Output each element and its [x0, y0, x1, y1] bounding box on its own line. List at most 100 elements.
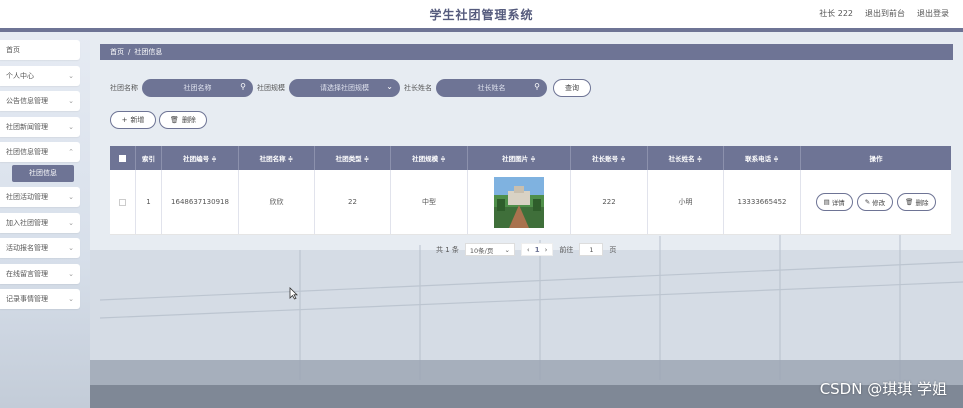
- col-club-type[interactable]: 社团类型 ≑: [315, 146, 391, 170]
- row-select-cell: [110, 170, 136, 234]
- search-icon: ⚲: [534, 82, 540, 91]
- sidebar-item-record-management[interactable]: 记录事情管理 ⌄: [0, 289, 80, 310]
- sidebar-item-club-info-management[interactable]: 社团信息管理 ⌃: [0, 142, 80, 163]
- chevron-down-icon: ⌄: [68, 218, 74, 227]
- edit-button[interactable]: ✎ 修改: [856, 193, 894, 211]
- cell-phone: 13333665452: [724, 170, 801, 234]
- sidebar-item-activity-management[interactable]: 社团活动管理 ⌄: [0, 186, 80, 207]
- leader-name-label: 社长姓名: [404, 84, 432, 92]
- col-phone[interactable]: 联系电话 ≑: [724, 146, 801, 170]
- select-all-checkbox[interactable]: [119, 154, 126, 162]
- chevron-down-icon: ⌄: [68, 97, 74, 106]
- sidebar-item-notice-management[interactable]: 公告信息管理 ⌄: [0, 91, 80, 112]
- breadcrumb-separator: /: [128, 48, 131, 56]
- edit-button-label: 修改: [872, 199, 886, 207]
- search-icon: ⚲: [240, 82, 246, 91]
- sidebar-item-label: 个人中心: [6, 71, 34, 80]
- sidebar-item-personal-center[interactable]: 个人中心 ⌄: [0, 65, 80, 86]
- goto-page-value: 1: [589, 245, 594, 254]
- club-scale-placeholder: 请选择社团规模: [320, 84, 369, 92]
- sidebar-item-news-management[interactable]: 社团新闻管理 ⌄: [0, 116, 80, 137]
- plus-icon: +: [121, 116, 128, 124]
- sidebar-item-signup-management[interactable]: 活动报名管理 ⌄: [0, 238, 80, 259]
- col-leader-account[interactable]: 社长账号 ≑: [571, 146, 648, 170]
- col-club-photo[interactable]: 社团图片 ≑: [468, 146, 571, 170]
- col-club-name[interactable]: 社团名称 ≑: [239, 146, 315, 170]
- cell-index: 1: [136, 170, 162, 234]
- page-size-value: 10条/页: [469, 246, 494, 255]
- row-checkbox[interactable]: [119, 198, 126, 206]
- search-bar: 社团名称 社团名称 ⚲ 社团规模 请选择社团规模 ⌄ 社长姓名 社长姓名 ⚲ 查…: [110, 79, 591, 97]
- col-leader-name[interactable]: 社长姓名 ≑: [648, 146, 724, 170]
- cell-club-scale: 中型: [391, 170, 468, 234]
- club-name-placeholder: 社团名称: [183, 84, 212, 92]
- row-delete-button[interactable]: 🗑 删除: [897, 193, 937, 211]
- breadcrumb: 首页 / 社团信息: [100, 44, 953, 60]
- sidebar: 首页 个人中心 ⌄ 公告信息管理 ⌄ 社团新闻管理 ⌄ 社团信息管理 ⌃ 社团信…: [0, 32, 90, 408]
- cell-leader-account: 222: [571, 170, 648, 234]
- club-scale-select[interactable]: 请选择社团规模 ⌄: [289, 79, 400, 97]
- current-user-label: 社长 222: [819, 9, 853, 18]
- cell-club-name: 欣欣: [239, 170, 315, 234]
- batch-delete-button[interactable]: 🗑 删除: [159, 111, 207, 129]
- next-page-icon[interactable]: ›: [545, 246, 548, 254]
- club-table: 索引 社团编号 ≑ 社团名称 ≑ 社团类型 ≑ 社团规模 ≑ 社团图片 ≑ 社长…: [110, 146, 951, 235]
- sidebar-item-label: 活动报名管理: [6, 244, 48, 253]
- club-scale-label: 社团规模: [257, 84, 285, 92]
- club-photo-thumbnail[interactable]: [494, 176, 544, 228]
- page-navigator: ‹ 1 ›: [520, 243, 554, 256]
- cell-club-no: 1648637130918: [162, 170, 239, 234]
- club-name-label: 社团名称: [110, 84, 138, 92]
- header-actions: 社长 222 退出到前台 退出登录: [819, 8, 949, 19]
- sidebar-item-label: 社团活动管理: [6, 192, 48, 201]
- cell-club-photo: [468, 170, 571, 234]
- sidebar-subitem-club-info[interactable]: 社团信息: [12, 164, 74, 182]
- sidebar-item-join-club-management[interactable]: 加入社团管理 ⌄: [0, 212, 80, 233]
- sidebar-menu: 首页 个人中心 ⌄ 公告信息管理 ⌄ 社团新闻管理 ⌄ 社团信息管理 ⌃ 社团信…: [0, 40, 80, 315]
- row-delete-button-label: 删除: [915, 199, 929, 207]
- cell-club-type: 22: [315, 170, 391, 234]
- document-icon: ▤: [823, 198, 830, 206]
- table-row: 1 1648637130918 欣欣 22 中型 222 小明 13333665…: [110, 170, 951, 235]
- leader-name-input[interactable]: 社长姓名 ⚲: [436, 79, 547, 97]
- col-operations: 操作: [869, 155, 883, 163]
- total-count: 共 1 条: [436, 245, 459, 254]
- sidebar-item-message-management[interactable]: 在线留言管理 ⌄: [0, 263, 80, 284]
- trash-icon: 🗑: [905, 198, 914, 206]
- header-divider: [0, 28, 963, 32]
- chevron-up-icon: ⌃: [68, 148, 74, 157]
- leader-name-placeholder: 社长姓名: [477, 84, 506, 92]
- chevron-down-icon: ⌄: [68, 192, 74, 201]
- goto-label: 前往: [559, 245, 574, 254]
- sidebar-item-label: 在线留言管理: [6, 269, 48, 278]
- mouse-cursor-icon: [289, 287, 298, 300]
- table-header: 索引 社团编号 ≑ 社团名称 ≑ 社团类型 ≑ 社团规模 ≑ 社团图片 ≑ 社长…: [110, 146, 951, 170]
- logout-link[interactable]: 退出登录: [917, 8, 949, 19]
- chevron-down-icon: ⌄: [68, 295, 74, 304]
- detail-button-label: 详情: [831, 199, 845, 207]
- breadcrumb-home[interactable]: 首页: [110, 47, 124, 57]
- page-unit-label: 页: [609, 245, 617, 254]
- pagination: 共 1 条 10条/页 ⌄ ‹ 1 › 前往 1 页: [436, 243, 616, 256]
- cell-leader-name: 小明: [648, 170, 724, 234]
- sidebar-item-home[interactable]: 首页: [0, 40, 80, 60]
- page-size-select[interactable]: 10条/页 ⌄: [464, 243, 515, 256]
- add-button-label: 新增: [130, 116, 145, 124]
- watermark: CSDN @琪琪 学姐: [819, 380, 947, 398]
- prev-page-icon[interactable]: ‹: [527, 246, 530, 254]
- col-index: 索引: [136, 146, 162, 170]
- exit-to-front-link[interactable]: 退出到前台: [865, 8, 905, 19]
- cell-operations: ▤ 详情 ✎ 修改 🗑 删除: [801, 170, 951, 234]
- top-header: 学生社团管理系统 社长 222 退出到前台 退出登录: [0, 0, 963, 28]
- col-club-scale[interactable]: 社团规模 ≑: [391, 146, 468, 170]
- query-button[interactable]: 查询: [553, 79, 591, 97]
- chevron-down-icon: ⌄: [68, 122, 74, 131]
- club-name-input[interactable]: 社团名称 ⚲: [142, 79, 253, 97]
- sidebar-item-label: 公告信息管理: [6, 97, 48, 106]
- col-club-no[interactable]: 社团编号 ≑: [162, 146, 239, 170]
- current-page-number[interactable]: 1: [535, 246, 540, 254]
- add-button[interactable]: + 新增: [110, 111, 156, 129]
- trash-icon: 🗑: [170, 116, 179, 124]
- detail-button[interactable]: ▤ 详情: [815, 193, 853, 211]
- goto-page-input[interactable]: 1: [579, 243, 604, 256]
